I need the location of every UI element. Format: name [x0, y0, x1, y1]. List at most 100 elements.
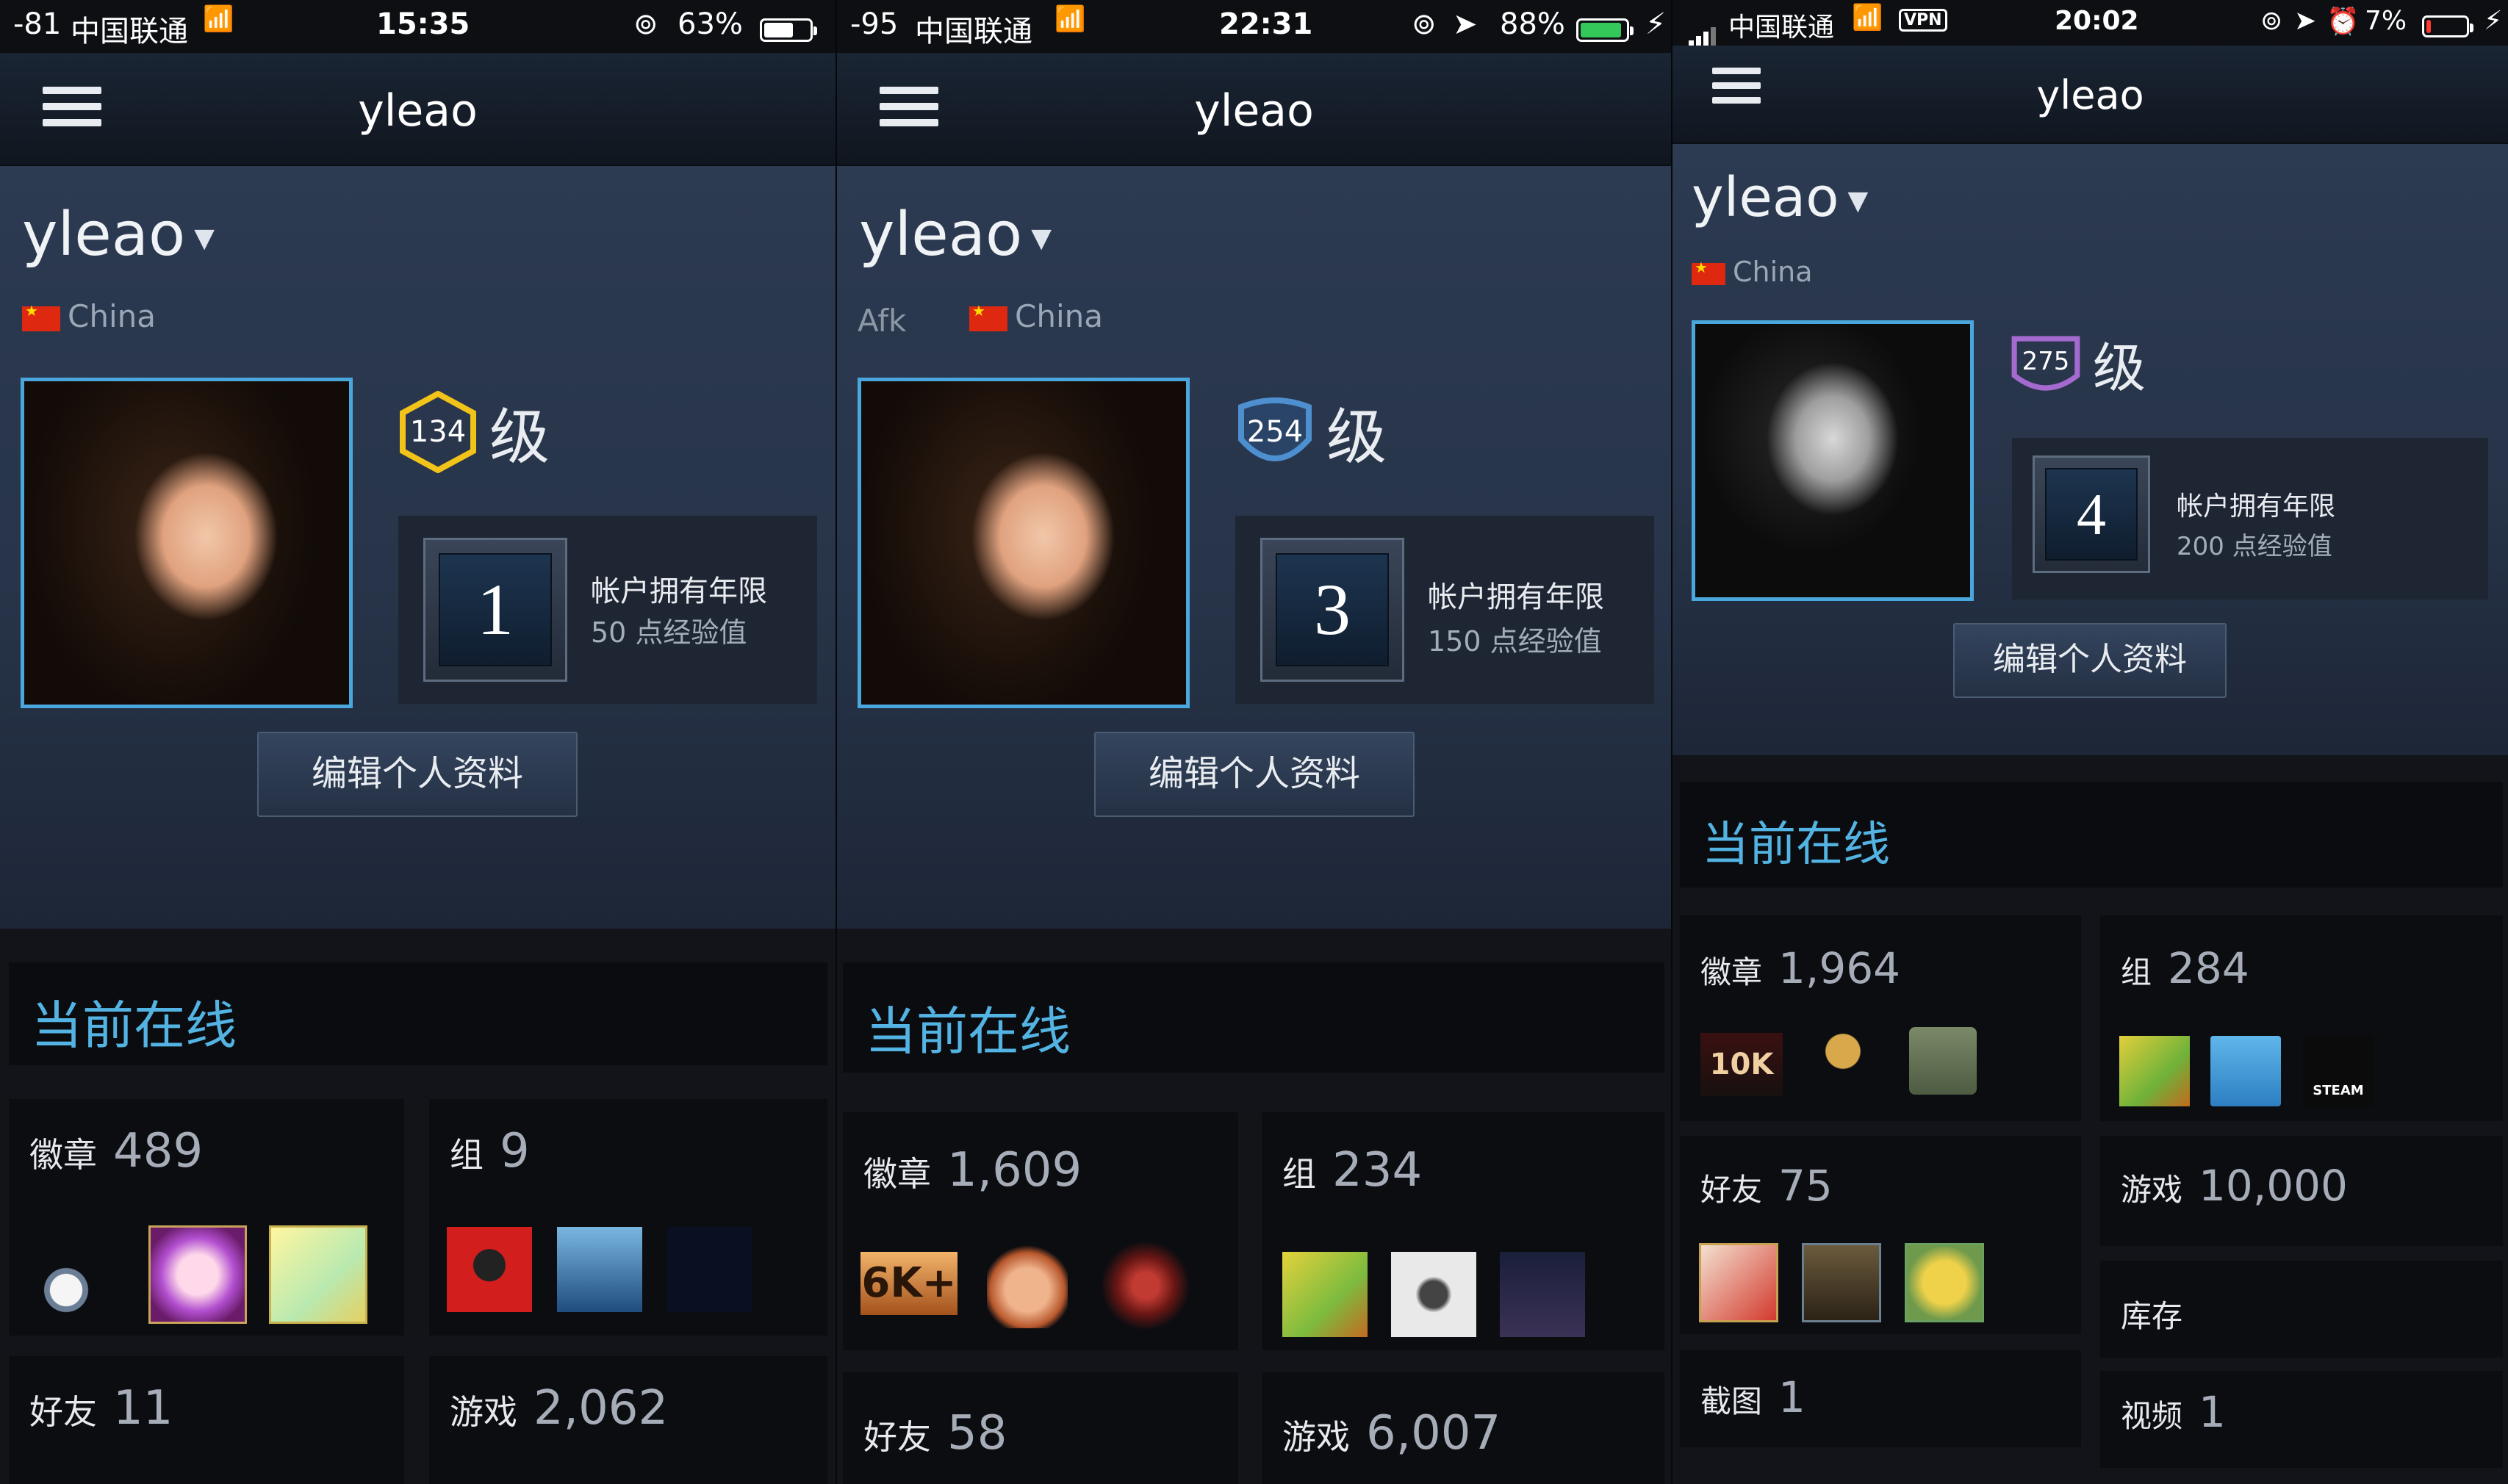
battery-icon	[2422, 10, 2473, 40]
years-badge-xp: 200 点经验值	[2177, 532, 2332, 561]
badges-card[interactable]: 徽章 489	[9, 1099, 404, 1336]
clock-time: 15:35	[376, 7, 470, 41]
games-card[interactable]: 游戏 2,062	[429, 1356, 827, 1484]
country: China	[1692, 256, 1813, 288]
level-shield-icon: 275	[2011, 336, 2080, 390]
friends-card[interactable]: 好友 58	[843, 1372, 1238, 1484]
games-card[interactable]: 游戏 6,007	[1262, 1372, 1664, 1484]
level-badge: 254 级	[1234, 388, 1387, 475]
badge-thumbnail[interactable]	[28, 1246, 123, 1319]
friend-avatar[interactable]	[1802, 1243, 1881, 1322]
carrier-name: 中国联通	[915, 15, 1032, 48]
level-hexagon-icon: 134	[400, 390, 476, 473]
friends-count: 75	[1778, 1161, 1833, 1211]
edit-profile-button[interactable]: 编辑个人资料	[1953, 623, 2227, 698]
groups-card[interactable]: 组 234	[1262, 1112, 1664, 1350]
avatar[interactable]	[21, 378, 353, 708]
badge-thumbnail[interactable]	[1806, 1026, 1880, 1099]
games-count: 2,062	[533, 1381, 669, 1436]
badge-thumbnail[interactable]: 10K	[1700, 1033, 1783, 1096]
friends-count: 11	[113, 1381, 173, 1436]
nav-bar: yleao	[837, 53, 1671, 166]
persona-name[interactable]: yleao ▼	[859, 200, 1052, 270]
nav-bar: yleao	[1672, 46, 2508, 144]
wifi-icon: 📶	[1054, 4, 1086, 34]
clock-time: 22:31	[1219, 7, 1313, 41]
profile-header: yleao▼ China 134 级 1 帐户拥有年限 50 点经验值 编辑个人…	[0, 166, 836, 929]
profile-screen-3: 中国联通 📶 VPN 20:02 ⊚ ➤ ⏰ 7% ⚡ yleao yleao ▼…	[1672, 0, 2508, 1484]
friends-count: 58	[947, 1406, 1007, 1460]
nav-bar: yleao	[0, 53, 836, 166]
profile-header: yleao▼ Afk China 254 级 3 帐户拥有年限 150 点经验值…	[837, 166, 1671, 929]
years-of-service-badge[interactable]: 1 帐户拥有年限 50 点经验值	[398, 516, 817, 704]
groups-count: 9	[500, 1124, 530, 1178]
badge-thumbnail[interactable]	[148, 1225, 247, 1324]
clock-time: 20:02	[2055, 6, 2139, 36]
badges-label: 徽章 1,609	[863, 1143, 1082, 1197]
battery-percent: 7%	[2365, 6, 2407, 36]
vpn-indicator: VPN	[1899, 9, 1947, 32]
badges-card[interactable]: 徽章 1,964 10K	[1680, 915, 2081, 1121]
group-thumbnail[interactable]	[1282, 1252, 1368, 1337]
status-bar: 中国联通 📶 VPN 20:02 ⊚ ➤ ⏰ 7% ⚡	[1672, 0, 2508, 48]
level-number: 254	[1247, 415, 1303, 449]
group-thumbnail[interactable]	[447, 1227, 532, 1312]
friends-card[interactable]: 好友 11	[9, 1356, 404, 1484]
edit-profile-button[interactable]: 编辑个人资料	[1094, 732, 1415, 817]
battery-icon	[1576, 12, 1634, 46]
videos-card[interactable]: 视频 1	[2100, 1371, 2503, 1468]
games-count: 6,007	[1366, 1406, 1501, 1460]
groups-label: 组9	[450, 1124, 530, 1178]
level-number: 134	[410, 415, 466, 449]
avatar[interactable]	[858, 378, 1190, 708]
years-of-service-badge[interactable]: 4 帐户拥有年限 200 点经验值	[2012, 438, 2488, 599]
avatar[interactable]	[1692, 320, 1974, 601]
level-shield-icon: 254	[1238, 397, 1312, 461]
dropdown-caret-icon: ▼	[1031, 223, 1052, 254]
badge-thumbnail[interactable]	[1100, 1242, 1191, 1330]
friend-avatar[interactable]	[1699, 1243, 1778, 1322]
badge-thumbnail[interactable]	[269, 1225, 367, 1324]
inventory-card[interactable]: 库存	[2100, 1261, 2503, 1358]
games-card[interactable]: 游戏 10,000	[2100, 1136, 2503, 1246]
friend-avatar[interactable]	[1905, 1243, 1984, 1322]
country: China	[22, 298, 156, 334]
nav-title: yleao	[1194, 85, 1314, 137]
group-thumbnail[interactable]	[1391, 1252, 1476, 1337]
screenshots-card[interactable]: 截图 1	[1680, 1350, 2081, 1447]
profile-screen-1: -81 中国联通 📶 15:35 ⊚ 63% yleao yleao▼ Chin…	[0, 0, 836, 1484]
edit-profile-button[interactable]: 编辑个人资料	[257, 732, 578, 817]
badges-count: 489	[113, 1124, 204, 1178]
group-thumbnail[interactable]	[2119, 1036, 2190, 1106]
years-of-service-badge[interactable]: 3 帐户拥有年限 150 点经验值	[1235, 516, 1654, 704]
wifi-icon: 📶	[203, 4, 234, 34]
battery-percent: 63%	[678, 7, 743, 41]
lock-rotation-icon: ⊚	[2260, 6, 2283, 36]
games-label: 游戏 6,007	[1282, 1406, 1501, 1460]
screenshots-count: 1	[1778, 1372, 1805, 1422]
group-thumbnail[interactable]	[667, 1227, 752, 1312]
years-badge-icon: 4	[2033, 455, 2150, 573]
persona-name[interactable]: yleao ▼	[1692, 166, 1868, 229]
badge-thumbnail[interactable]	[987, 1243, 1068, 1328]
group-thumbnail[interactable]	[2210, 1036, 2281, 1106]
group-thumbnail[interactable]: STEAM	[2303, 1036, 2374, 1106]
online-status-bar: 当前在线	[843, 962, 1664, 1073]
persona-name[interactable]: yleao ▼	[22, 200, 215, 270]
years-badge-xp: 150 点经验值	[1428, 625, 1602, 658]
online-status-bar: 当前在线	[9, 962, 827, 1065]
group-thumbnail[interactable]	[1500, 1252, 1585, 1337]
online-status: 当前在线	[865, 1001, 1071, 1062]
badge-thumbnail[interactable]: 6K+	[860, 1252, 957, 1315]
badges-card[interactable]: 徽章 1,609 6K+	[843, 1112, 1238, 1350]
group-thumbnail[interactable]	[557, 1227, 642, 1312]
years-badge-title: 帐户拥有年限	[2177, 491, 2336, 522]
groups-card[interactable]: 组 284 STEAM	[2100, 915, 2503, 1121]
profile-content: 当前在线 徽章 1,964 10K 组 284 STEAM 好友 75 游戏 10,00…	[1672, 755, 2508, 1484]
groups-count: 284	[2168, 943, 2249, 993]
level-badge: 275 级	[2009, 325, 2146, 402]
profile-screen-2: -95 中国联通 📶 22:31 ⊚ ➤ 88% ⚡ yleao yleao ▼ …	[837, 0, 1671, 1484]
friends-card[interactable]: 好友 75	[1680, 1136, 2081, 1334]
groups-card[interactable]: 组9	[429, 1099, 827, 1336]
badge-thumbnail[interactable]	[1909, 1027, 1977, 1095]
